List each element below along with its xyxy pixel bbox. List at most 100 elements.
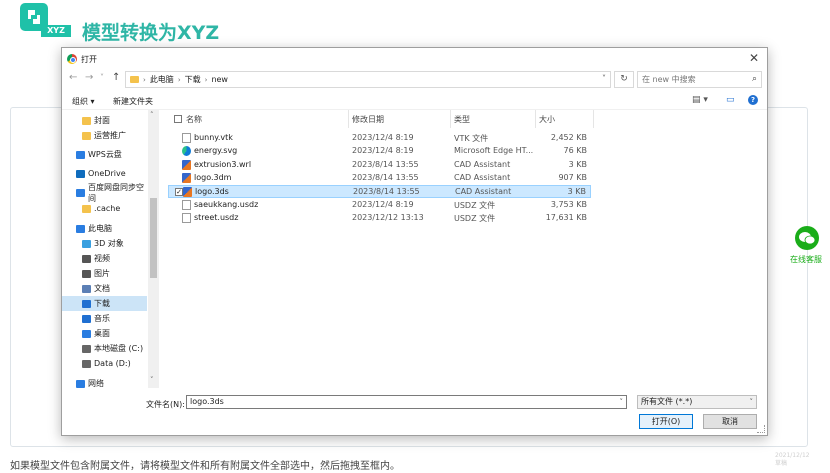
sidebar-item[interactable]: 文档 <box>62 281 147 296</box>
wechat-label[interactable]: 在线客服 <box>790 254 822 265</box>
forward-button[interactable]: → <box>85 72 93 83</box>
file-date: 2023/8/14 13:55 <box>352 172 419 182</box>
sidebar-item[interactable]: 下载 <box>62 296 147 311</box>
view-menu[interactable]: ▤ ▾ <box>692 95 708 105</box>
column-header-size[interactable]: 大小 <box>539 114 555 125</box>
sidebar-item[interactable]: 桌面 <box>62 326 147 341</box>
file-icon <box>182 199 191 210</box>
sidebar-item[interactable]: 本地磁盘 (C:) <box>62 341 147 356</box>
file-name: street.usdz <box>194 212 239 222</box>
logo-tag: XYZ <box>41 25 71 37</box>
column-header-date[interactable]: 修改日期 <box>352 114 384 125</box>
sidebar-item[interactable]: 3D 对象 <box>62 236 147 251</box>
file-type: CAD Assistant <box>455 187 512 197</box>
sidebar-item-label: 此电脑 <box>88 224 112 233</box>
breadcrumb-item[interactable]: 下载 <box>185 74 201 85</box>
toolbar: 组织 ▾ 新建文件夹 ▤ ▾ ▭ ? <box>62 92 767 110</box>
sidebar-item[interactable]: 封面 <box>62 113 147 128</box>
file-name: saeukkang.usdz <box>194 199 259 209</box>
folder-icon <box>82 299 91 308</box>
sidebar-item-label: 本地磁盘 (C:) <box>94 344 144 353</box>
file-size: 3 KB <box>568 159 587 169</box>
sidebar-item[interactable]: 音乐 <box>62 311 147 326</box>
breadcrumb-item[interactable]: new <box>211 75 228 84</box>
scroll-up-arrow[interactable]: ˄ <box>150 111 154 119</box>
sidebar-item-label: 封面 <box>94 116 110 125</box>
file-type: CAD Assistant <box>454 172 511 182</box>
file-row[interactable]: logo.3dm 2023/8/14 13:55 CAD Assistant 907 … <box>168 172 591 185</box>
sidebar-item-label: 网络 <box>88 379 104 388</box>
column-header-name[interactable]: 名称 <box>186 114 202 125</box>
new-folder-button[interactable]: 新建文件夹 <box>113 96 153 107</box>
help-button[interactable]: ? <box>748 95 758 105</box>
page-title: 模型转换为XYZ <box>82 22 220 44</box>
file-row[interactable]: energy.svg 2023/12/4 8:19 Microsoft Edge H… <box>168 145 591 158</box>
file-type: CAD Assistant <box>454 159 511 169</box>
wechat-icon[interactable] <box>795 226 819 250</box>
sidebar-item[interactable]: .cache <box>62 201 147 216</box>
file-row[interactable]: ✓ logo.3ds 2023/8/14 13:55 CAD Assistant 3 K… <box>168 185 591 199</box>
column-header-type[interactable]: 类型 <box>454 114 470 125</box>
sidebar-item[interactable]: 此电脑 <box>62 221 147 236</box>
sidebar-item-label: 文档 <box>94 284 110 293</box>
logo-icon <box>28 10 40 24</box>
filename-dropdown[interactable]: ˅ <box>620 396 624 408</box>
cad-file-icon <box>183 187 192 198</box>
file-type: VTK 文件 <box>454 134 489 143</box>
sidebar-item-label: 桌面 <box>94 329 110 338</box>
folder-icon <box>82 359 91 368</box>
file-name: energy.svg <box>194 146 238 156</box>
sidebar-item[interactable]: 百度网盘同步空间 <box>62 183 147 203</box>
sidebar-item[interactable]: WPS云盘 <box>62 147 147 162</box>
sidebar-item[interactable]: 网络 <box>62 376 147 391</box>
file-size: 17,631 KB <box>545 212 587 222</box>
refresh-button[interactable]: ↻ <box>614 71 634 88</box>
file-type: Microsoft Edge HT... <box>454 146 534 156</box>
sidebar-item[interactable]: OneDrive <box>62 166 147 181</box>
address-bar[interactable]: › 此电脑 › 下载 › new ˅ <box>125 71 611 88</box>
file-type: USDZ 文件 <box>454 213 496 223</box>
sidebar-item[interactable]: 图片 <box>62 266 147 281</box>
folder-icon <box>76 188 85 197</box>
folder-icon <box>82 239 91 248</box>
scroll-thumb[interactable] <box>150 198 157 278</box>
sidebar-item[interactable]: Data (D:) <box>62 356 147 371</box>
address-dropdown[interactable]: ˅ <box>602 74 606 83</box>
file-size: 2,452 KB <box>550 133 587 142</box>
file-row[interactable]: saeukkang.usdz 2023/12/4 8:19 USDZ 文件 3,753… <box>168 199 591 212</box>
navigation-pane: ˄ ˅ 封面运营推广 WPS云盘 OneDrive 百度网盘同步空间 .cache 此电脑… <box>62 110 160 388</box>
folder-icon <box>76 169 85 178</box>
up-button[interactable]: ↑ <box>112 72 120 83</box>
recent-dropdown[interactable]: ˅ <box>100 73 104 82</box>
scroll-down-arrow[interactable]: ˅ <box>150 376 154 384</box>
back-button[interactable]: ← <box>69 72 77 83</box>
nav-scrollbar[interactable]: ˄ ˅ <box>148 110 159 388</box>
sidebar-item[interactable]: 视频 <box>62 251 147 266</box>
chrome-icon <box>67 54 77 64</box>
filename-input[interactable]: logo.3ds ˅ <box>186 395 627 409</box>
file-row[interactable]: street.usdz 2023/12/12 13:13 USDZ 文件 17,631… <box>168 212 591 225</box>
search-input[interactable]: 在 new 中搜索 ⌕ <box>637 71 762 88</box>
cancel-button[interactable]: 取消 <box>703 414 757 429</box>
select-all-checkbox[interactable] <box>174 115 182 123</box>
organize-menu[interactable]: 组织 ▾ <box>72 96 95 107</box>
open-button[interactable]: 打开(O) <box>639 414 693 429</box>
breadcrumb-item[interactable]: 此电脑 <box>150 74 174 85</box>
sidebar-item-label: 音乐 <box>94 314 110 323</box>
folder-icon <box>76 150 85 159</box>
row-checkbox[interactable]: ✓ <box>175 188 183 197</box>
sidebar-item-label: 视频 <box>94 254 110 263</box>
file-type-select[interactable]: 所有文件 (*.*) ˅ <box>637 395 757 409</box>
folder-icon <box>82 284 91 293</box>
file-row[interactable]: bunny.vtk 2023/12/4 8:19 VTK 文件 2,452 KB <box>168 132 591 145</box>
sidebar-item[interactable]: 运营推广 <box>62 128 147 143</box>
close-button[interactable]: ✕ <box>749 51 759 65</box>
file-icon <box>182 212 191 223</box>
resize-grip[interactable] <box>757 425 765 433</box>
file-row[interactable]: extrusion3.wrl 2023/8/14 13:55 CAD Assista… <box>168 159 591 172</box>
file-type-dropdown[interactable]: ˅ <box>750 396 754 408</box>
folder-icon <box>82 269 91 278</box>
preview-pane-button[interactable]: ▭ <box>726 95 735 105</box>
sidebar-item-label: 下载 <box>94 299 110 308</box>
file-date: 2023/12/4 8:19 <box>352 133 414 142</box>
